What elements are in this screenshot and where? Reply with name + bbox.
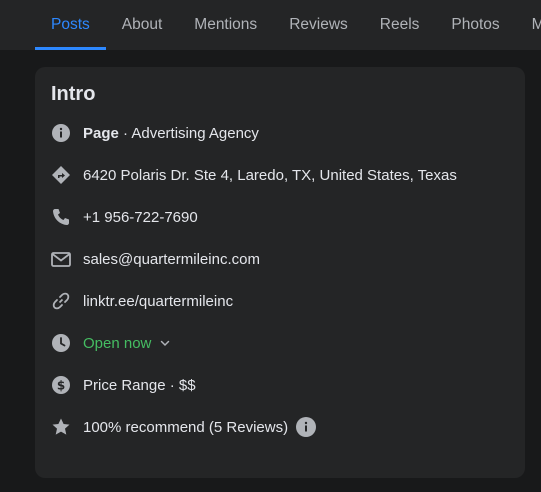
- address-text[interactable]: 6420 Polaris Dr. Ste 4, Laredo, TX, Unit…: [83, 167, 457, 184]
- mail-icon: [51, 249, 71, 269]
- clock-icon: [51, 333, 71, 353]
- email-text[interactable]: sales@quartermileinc.com: [83, 251, 260, 268]
- tab-reviews[interactable]: Reviews: [273, 0, 364, 50]
- price-row: $ Price Range · $$: [51, 373, 196, 397]
- star-icon: [51, 417, 71, 437]
- tab-reels[interactable]: Reels: [364, 0, 436, 50]
- phone-icon: [51, 207, 71, 227]
- email-row: sales@quartermileinc.com: [51, 247, 260, 271]
- tab-posts[interactable]: Posts: [35, 0, 106, 50]
- intro-card: Intro Page · Advertising Agency 6420 Pol…: [35, 67, 525, 478]
- phone-text[interactable]: +1 956-722-7690: [83, 209, 198, 226]
- website-row: linktr.ee/quartermileinc: [51, 289, 233, 313]
- intro-title: Intro: [51, 83, 96, 105]
- recommend-row: 100% recommend (5 Reviews): [51, 415, 317, 439]
- hours-row[interactable]: Open now: [51, 331, 171, 355]
- category-text: · Advertising Agency: [118, 124, 259, 142]
- info-icon[interactable]: [296, 417, 317, 437]
- tab-about[interactable]: About: [106, 0, 179, 50]
- link-icon: [51, 291, 71, 311]
- category-row: Page · Advertising Agency: [51, 121, 259, 145]
- tab-mentions[interactable]: Mentions: [178, 0, 273, 50]
- dollar-icon: $: [51, 375, 71, 395]
- info-icon: [51, 123, 71, 143]
- tab-photos[interactable]: Photos: [435, 0, 515, 50]
- directions-icon: [51, 165, 71, 185]
- recommend-text[interactable]: 100% recommend (5 Reviews): [83, 419, 288, 436]
- page-label: Page: [83, 124, 119, 142]
- hours-status[interactable]: Open now: [83, 335, 151, 352]
- svg-text:$: $: [57, 379, 65, 393]
- price-range-text: Price Range · $$: [83, 376, 196, 394]
- tab-more[interactable]: Mo: [516, 0, 541, 50]
- profile-tab-bar: Posts About Mentions Reviews Reels Photo…: [0, 0, 541, 50]
- tabs: Posts About Mentions Reviews Reels Photo…: [35, 0, 541, 50]
- address-row: 6420 Polaris Dr. Ste 4, Laredo, TX, Unit…: [51, 163, 457, 187]
- website-link[interactable]: linktr.ee/quartermileinc: [83, 293, 233, 310]
- phone-row: +1 956-722-7690: [51, 205, 198, 229]
- chevron-down-icon[interactable]: [159, 337, 171, 349]
